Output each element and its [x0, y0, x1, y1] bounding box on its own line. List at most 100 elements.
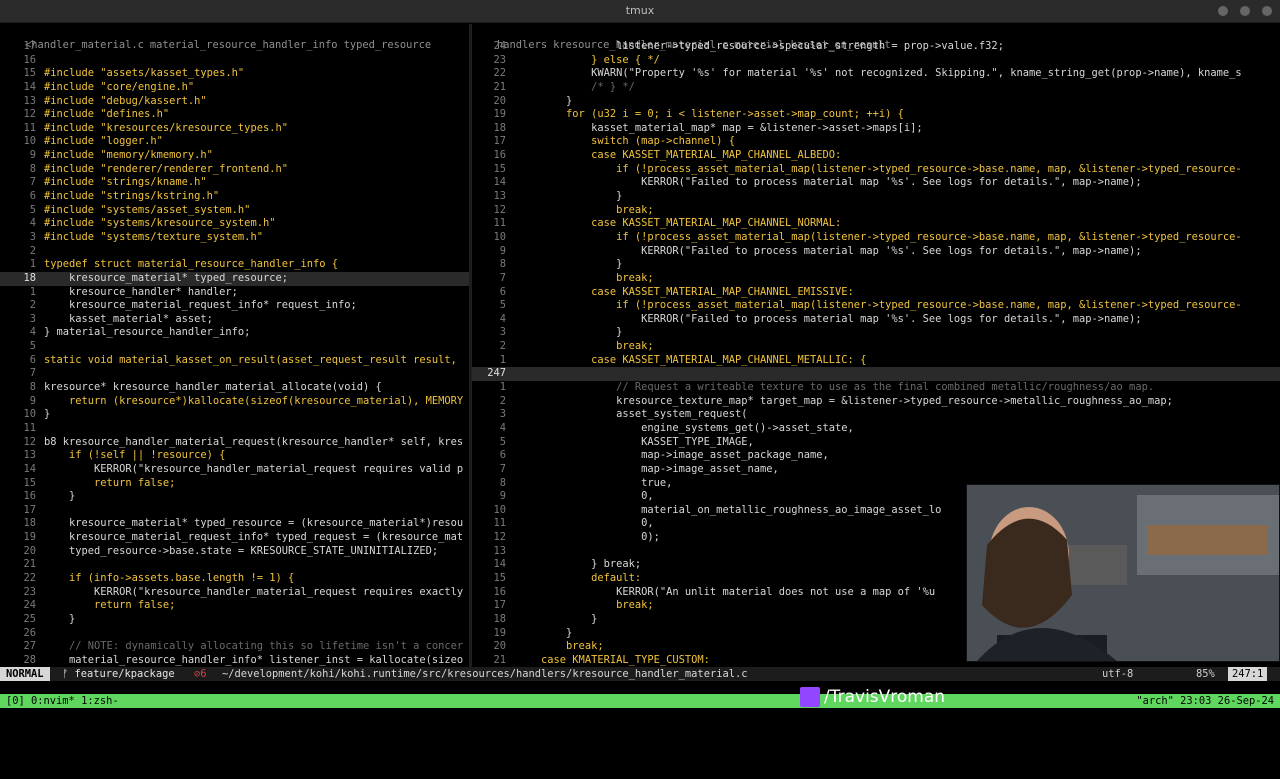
- maximize-icon[interactable]: [1240, 6, 1250, 16]
- code-line[interactable]: 24 return false;: [0, 599, 469, 613]
- code-line[interactable]: 9 return (kresource*)kallocate(sizeof(kr…: [0, 395, 469, 409]
- code-line[interactable]: 8 }: [472, 258, 1280, 272]
- code-line[interactable]: 19 kresource_material_request_info* type…: [0, 531, 469, 545]
- code-line[interactable]: 3 kasset_material* asset;: [0, 313, 469, 327]
- code-line[interactable]: 24 listener->typed_resource->specular_st…: [472, 40, 1280, 54]
- code-text: case KASSET_MATERIAL_MAP_CHANNEL_NORMAL:: [516, 217, 842, 230]
- code-line[interactable]: 4 KERROR("Failed to process material map…: [472, 313, 1280, 327]
- code-line[interactable]: 13 #include "debug/kassert.h": [0, 95, 469, 109]
- command-line[interactable]: [0, 681, 1280, 694]
- code-line[interactable]: 12 #include "defines.h": [0, 108, 469, 122]
- code-line[interactable]: 13 }: [472, 190, 1280, 204]
- code-line[interactable]: 6 #include "strings/kstring.h": [0, 190, 469, 204]
- code-line[interactable]: 12 break;: [472, 204, 1280, 218]
- code-line[interactable]: 10}: [0, 408, 469, 422]
- code-line[interactable]: 10 #include "logger.h": [0, 135, 469, 149]
- code-line[interactable]: 6 map->image_asset_package_name,: [472, 449, 1280, 463]
- line-number: 6: [29, 190, 36, 203]
- code-line[interactable]: 9 KERROR("Failed to process material map…: [472, 245, 1280, 259]
- left-editor-pane[interactable]: <handler_material.c material_resource_han…: [0, 24, 469, 667]
- code-line[interactable]: 5: [0, 340, 469, 354]
- line-number: 1: [29, 258, 36, 271]
- code-line[interactable]: 12 b8 kresource_handler_material_request(…: [0, 436, 469, 450]
- left-code-area[interactable]: 17 16 15 #include "assets/kasset_types.h" 14…: [0, 40, 469, 667]
- code-line[interactable]: 6 case KASSET_MATERIAL_MAP_CHANNEL_EMISS…: [472, 286, 1280, 300]
- code-line[interactable]: 15 #include "assets/kasset_types.h": [0, 67, 469, 81]
- code-line[interactable]: 247: [472, 367, 1280, 382]
- code-line[interactable]: 25 }: [0, 613, 469, 627]
- code-line[interactable]: 22 if (info->assets.base.length != 1) {: [0, 572, 469, 586]
- code-line[interactable]: 4 engine_systems_get()->asset_state,: [472, 422, 1280, 436]
- code-line[interactable]: 10 if (!process_asset_material_map(liste…: [472, 231, 1280, 245]
- code-line[interactable]: 1 kresource_handler* handler;: [0, 286, 469, 300]
- code-line[interactable]: 18 kresource_material* typed_resource = …: [0, 517, 469, 531]
- line-number: 22: [23, 571, 36, 584]
- code-line[interactable]: 5 KASSET_TYPE_IMAGE,: [472, 436, 1280, 450]
- code-line[interactable]: 14 KERROR("Failed to process material ma…: [472, 176, 1280, 190]
- code-text: static void material_kasset_on_result(as…: [44, 353, 457, 366]
- code-text: kresource_material_request_info* typed_r…: [44, 531, 464, 544]
- code-line[interactable]: 5 #include "systems/asset_system.h": [0, 204, 469, 218]
- code-line[interactable]: 6 static void material_kasset_on_result(a…: [0, 354, 469, 368]
- minimize-icon[interactable]: [1218, 6, 1228, 16]
- code-line[interactable]: 16 case KASSET_MATERIAL_MAP_CHANNEL_ALBE…: [472, 149, 1280, 163]
- code-line[interactable]: 17: [0, 504, 469, 518]
- code-line[interactable]: 2 kresource_texture_map* target_map = &l…: [472, 395, 1280, 409]
- code-line[interactable]: 1 // Request a writeable texture to use …: [472, 381, 1280, 395]
- code-line[interactable]: 21: [0, 558, 469, 572]
- code-line[interactable]: 3 #include "systems/texture_system.h": [0, 231, 469, 245]
- tmux-window-list[interactable]: [0] 0:nvim* 1:zsh-: [6, 694, 119, 708]
- code-line[interactable]: 11 case KASSET_MATERIAL_MAP_CHANNEL_NORM…: [472, 217, 1280, 231]
- code-line[interactable]: 3 asset_system_request(: [472, 408, 1280, 422]
- code-line[interactable]: 9 #include "memory/kmemory.h": [0, 149, 469, 163]
- code-text: }: [44, 490, 76, 503]
- code-line[interactable]: 14 #include "core/engine.h": [0, 81, 469, 95]
- code-text: typedef struct material_resource_handler…: [44, 258, 339, 271]
- code-line[interactable]: 8 kresource* kresource_handler_material_a…: [0, 381, 469, 395]
- diagnostic-count[interactable]: ⊘6: [194, 667, 207, 681]
- code-line[interactable]: 14 KERROR("kresource_handler_material_re…: [0, 463, 469, 477]
- code-line[interactable]: 8 #include "renderer/renderer_frontend.h": [0, 163, 469, 177]
- code-line[interactable]: 7 map->image_asset_name,: [472, 463, 1280, 477]
- code-text: }: [44, 612, 76, 625]
- code-line[interactable]: 1 case KASSET_MATERIAL_MAP_CHANNEL_METAL…: [472, 354, 1280, 368]
- code-line[interactable]: 20 }: [472, 95, 1280, 109]
- line-number: 14: [23, 80, 36, 93]
- code-line[interactable]: 5 if (!process_asset_material_map(listen…: [472, 299, 1280, 313]
- close-icon[interactable]: [1262, 6, 1272, 16]
- code-line[interactable]: 11: [0, 422, 469, 436]
- code-line[interactable]: 19 for (u32 i = 0; i < listener->asset->…: [472, 108, 1280, 122]
- code-line[interactable]: 2: [0, 245, 469, 259]
- code-line[interactable]: 27 // NOTE: dynamically allocating this …: [0, 640, 469, 654]
- code-line[interactable]: 15 if (!process_asset_material_map(liste…: [472, 163, 1280, 177]
- code-line[interactable]: 28 material_resource_handler_info* liste…: [0, 654, 469, 667]
- code-line[interactable]: 7: [0, 367, 469, 381]
- code-line[interactable]: 2 kresource_material_request_info* reque…: [0, 299, 469, 313]
- code-line[interactable]: 2 break;: [472, 340, 1280, 354]
- code-line[interactable]: 20 typed_resource->base.state = KRESOURC…: [0, 545, 469, 559]
- code-line[interactable]: 11 #include "kresources/kresource_types.h…: [0, 122, 469, 136]
- code-line[interactable]: 18 kresource_material* typed_resource;: [0, 271, 469, 286]
- code-line[interactable]: 26: [0, 627, 469, 641]
- code-line[interactable]: 15 return false;: [0, 477, 469, 491]
- code-line[interactable]: 7 break;: [472, 272, 1280, 286]
- code-line[interactable]: 13 if (!self || !resource) {: [0, 449, 469, 463]
- line-number: 1: [499, 353, 506, 366]
- code-line[interactable]: 17: [0, 40, 469, 54]
- code-text: KERROR("An unlit material does not use a…: [516, 585, 936, 598]
- code-line[interactable]: 23 } else { */: [472, 54, 1280, 68]
- code-line[interactable]: 18 kasset_material_map* map = &listener-…: [472, 122, 1280, 136]
- code-line[interactable]: 3 }: [472, 326, 1280, 340]
- code-line[interactable]: 21 /* } */: [472, 81, 1280, 95]
- code-text: material_resource_handler_info* listener…: [44, 653, 464, 666]
- code-line[interactable]: 22 KWARN("Property '%s' for material '%s…: [472, 67, 1280, 81]
- code-line[interactable]: 4 #include "systems/kresource_system.h": [0, 217, 469, 231]
- code-line[interactable]: 7 #include "strings/kname.h": [0, 176, 469, 190]
- code-line[interactable]: 4} material_resource_handler_info;: [0, 326, 469, 340]
- code-line[interactable]: 16: [0, 54, 469, 68]
- code-line[interactable]: 1 typedef struct material_resource_handle…: [0, 258, 469, 272]
- code-line[interactable]: 23 KERROR("kresource_handler_material_re…: [0, 586, 469, 600]
- code-line[interactable]: 17 switch (map->channel) {: [472, 135, 1280, 149]
- code-line[interactable]: 16 }: [0, 490, 469, 504]
- code-text: // Request a writeable texture to use as…: [516, 381, 1155, 394]
